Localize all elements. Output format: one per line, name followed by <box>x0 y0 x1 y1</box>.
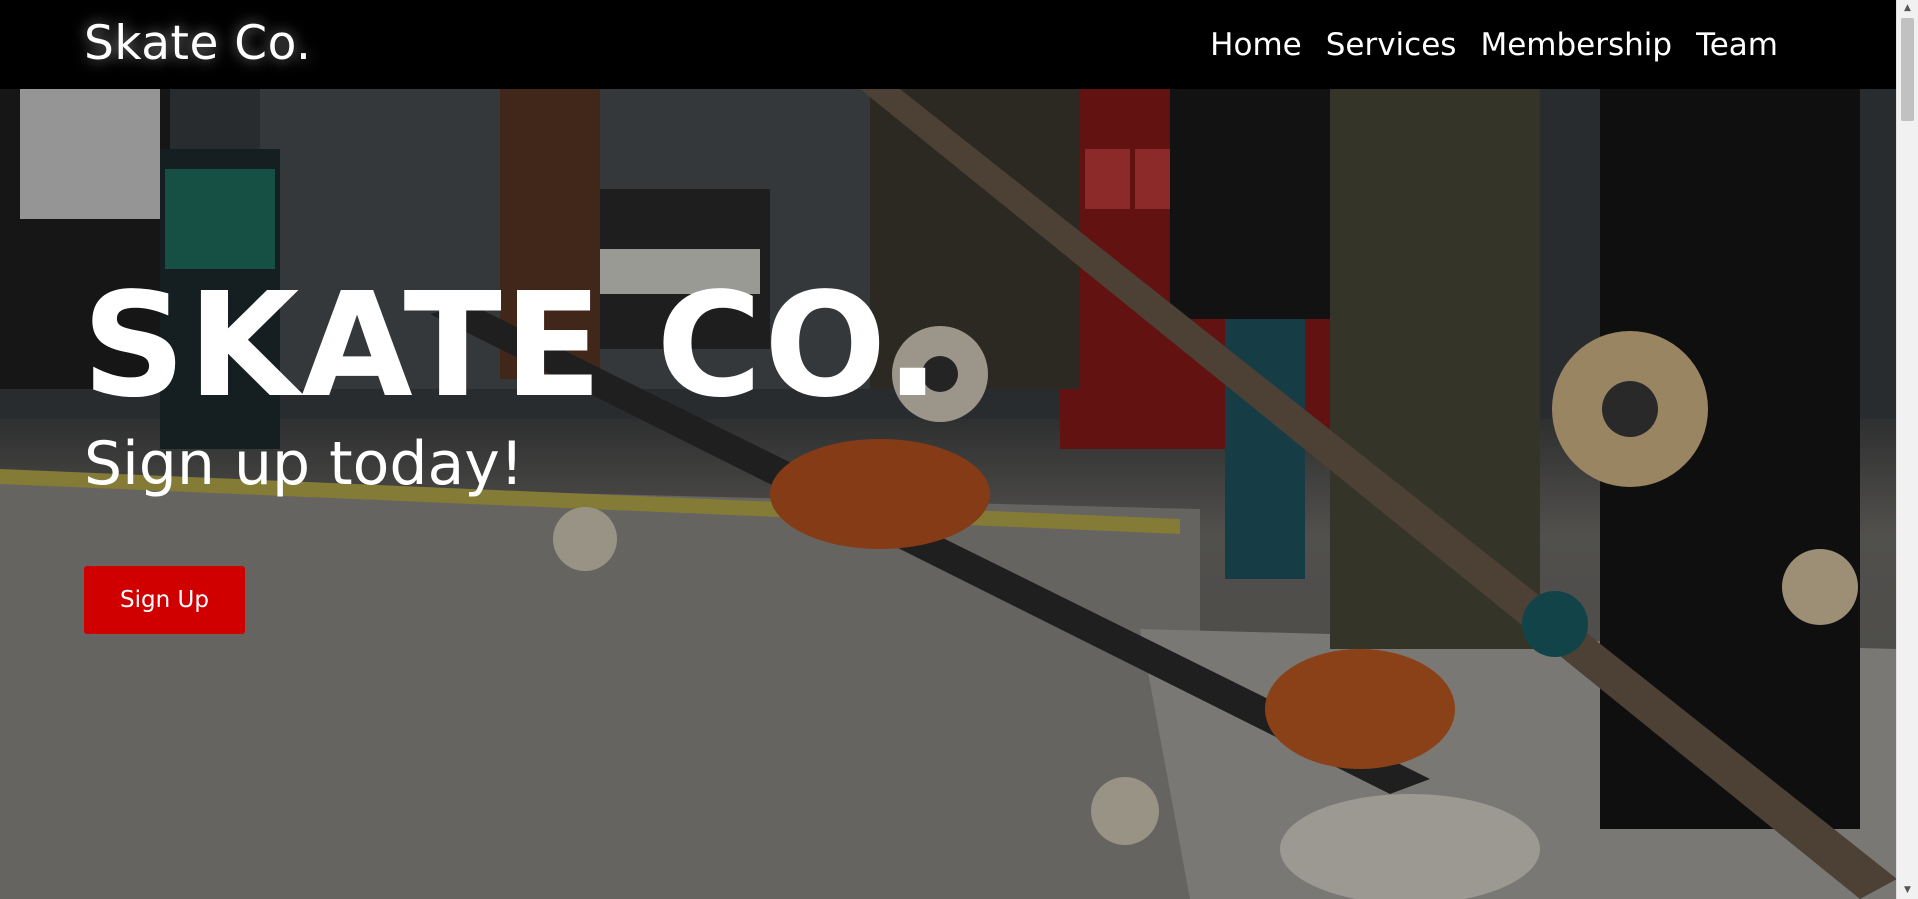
nav-link-team[interactable]: Team <box>1696 24 1778 66</box>
top-navbar: Skate Co. Home Services Membership Team <box>0 0 1897 89</box>
nav-link-home[interactable]: Home <box>1210 24 1302 66</box>
brand-logo-text[interactable]: Skate Co. <box>84 16 312 72</box>
vertical-scrollbar[interactable]: ▲ ▼ <box>1896 0 1918 899</box>
page-viewport: SKATE CO. Sign up today! Sign Up Skate C… <box>0 0 1918 899</box>
signup-button[interactable]: Sign Up <box>84 566 245 634</box>
scrollbar-thumb[interactable] <box>1901 18 1914 121</box>
hero-title: SKATE CO. <box>82 261 942 429</box>
nav-link-membership[interactable]: Membership <box>1480 24 1672 66</box>
triangle-down-icon[interactable]: ▼ <box>1897 882 1918 899</box>
triangle-up-icon[interactable]: ▲ <box>1897 0 1918 17</box>
nav-link-services[interactable]: Services <box>1326 24 1457 66</box>
hero-subtitle: Sign up today! <box>84 429 524 499</box>
nav-links: Home Services Membership Team <box>1210 24 1778 66</box>
